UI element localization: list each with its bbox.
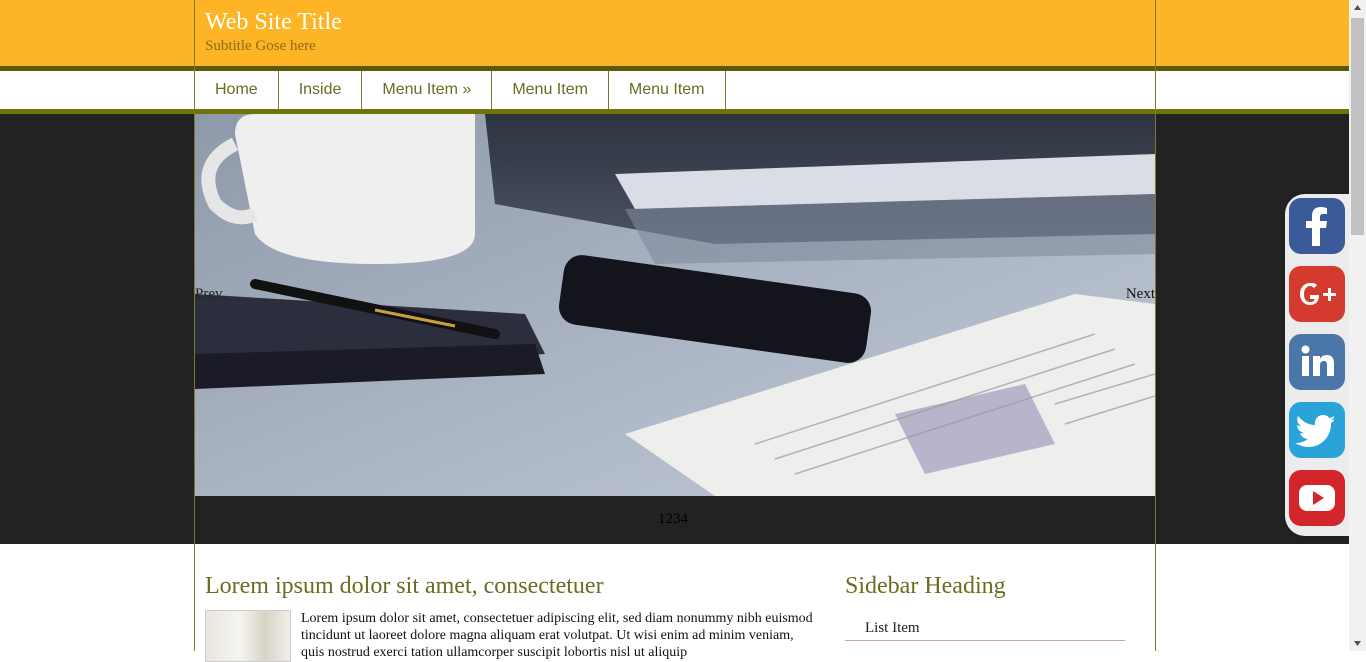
post-title[interactable]: Lorem ipsum dolor sit amet, consectetuer [205,573,604,600]
post-excerpt: Lorem ipsum dolor sit amet, consectetuer… [301,611,813,660]
sidebar-heading: Sidebar Heading [845,573,1006,599]
nav-item-menu-2[interactable]: Menu Item [609,71,726,109]
sidebar-list-item[interactable]: List Item [845,618,1125,641]
scroll-up-arrow-icon[interactable] [1349,0,1366,17]
linkedin-icon[interactable] [1289,334,1345,390]
slider-next-button[interactable]: Next [1126,286,1155,303]
site-subtitle: Subtitle Gose here [205,38,316,54]
nav-item-home[interactable]: Home [195,71,279,109]
pager-item-2[interactable]: 2 [666,511,674,527]
page-container: Web Site Title Subtitle Gose here Home I… [194,0,1156,662]
nav-item-menu-dropdown[interactable]: Menu Item » [362,71,493,109]
sidebar-list: List Item [845,618,1125,641]
social-share-bar [1285,194,1349,536]
slide-image [195,114,1155,496]
nav-item-inside[interactable]: Inside [279,71,363,109]
nav-item-menu-1[interactable]: Menu Item [492,71,609,109]
pager-item-3[interactable]: 3 [673,511,681,527]
google-plus-icon[interactable] [1289,266,1345,322]
site-title[interactable]: Web Site Title [205,9,342,36]
facebook-icon[interactable] [1289,198,1345,254]
youtube-icon[interactable] [1289,470,1345,526]
scrollbar-thumb[interactable] [1351,18,1364,235]
slider-pager: 1234 [658,511,688,528]
scroll-down-arrow-icon[interactable] [1349,634,1366,651]
page-scrollbar[interactable] [1349,0,1366,651]
pager-item-1[interactable]: 1 [658,511,666,527]
hero-slider [195,114,1155,496]
main-nav: Home Inside Menu Item » Menu Item Menu I… [195,71,726,109]
slider-prev-button[interactable]: Prev [195,286,223,303]
twitter-icon[interactable] [1289,402,1345,458]
post-thumbnail[interactable] [205,610,291,662]
pager-item-4[interactable]: 4 [681,511,689,527]
